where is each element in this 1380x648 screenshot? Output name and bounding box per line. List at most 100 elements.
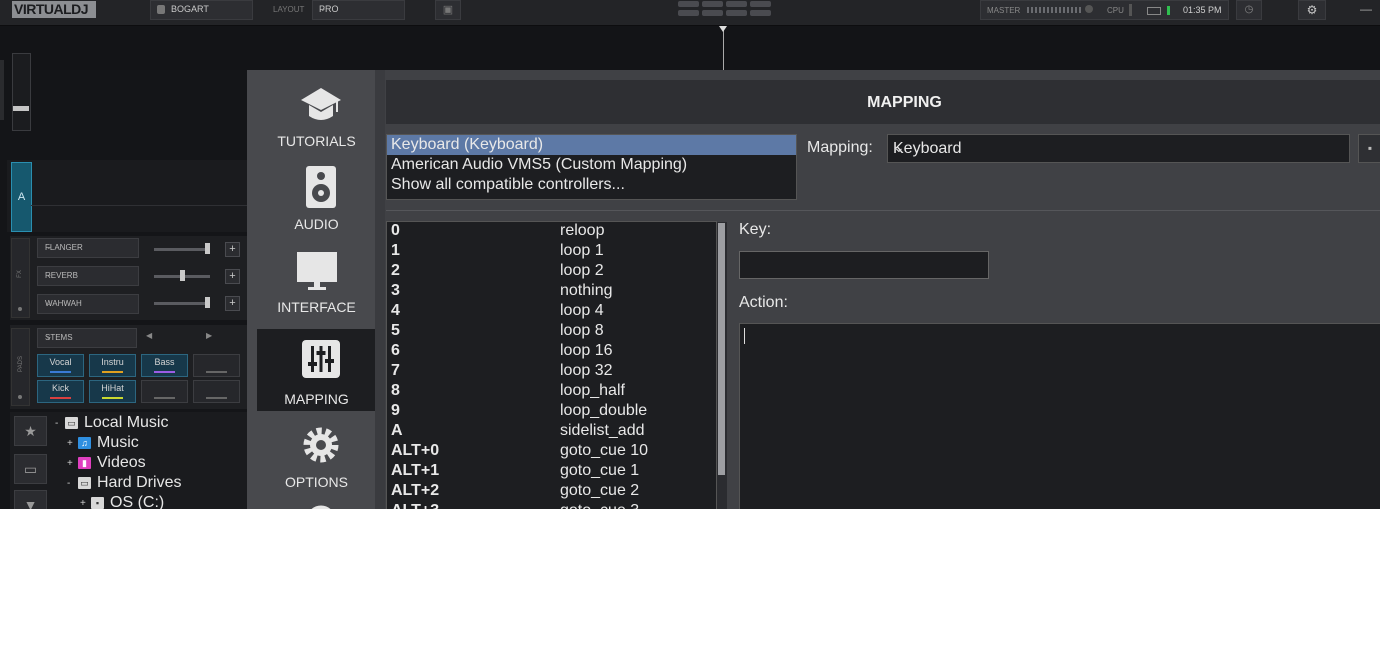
tree-item-label[interactable]: OS (C:) xyxy=(110,494,164,509)
add-folder-icon[interactable]: ▭ xyxy=(14,454,47,484)
fx-select-wahwah[interactable]: WAHWAH ⌄ xyxy=(37,294,139,314)
mapping-scrollbar-thumb[interactable] xyxy=(718,223,725,475)
mapping-select[interactable]: Keyboard ⌄ xyxy=(887,134,1350,163)
mapping-row[interactable]: 5 loop 8 xyxy=(387,322,716,342)
fx-slider-reverb-thumb[interactable] xyxy=(180,270,185,281)
collapse-icon[interactable]: - xyxy=(67,478,70,489)
pad-kick[interactable]: Kick xyxy=(37,380,84,403)
mapping-key: A xyxy=(391,422,403,439)
cube-icon[interactable]: ▣ xyxy=(435,0,461,20)
action-textarea[interactable] xyxy=(739,323,1380,509)
pad-empty[interactable] xyxy=(193,380,240,403)
save-icon[interactable]: ▪ xyxy=(1358,134,1380,163)
tree-item-label[interactable]: Hard Drives xyxy=(97,474,181,492)
tree-item-label[interactable]: Local Music xyxy=(84,414,168,432)
master-knob[interactable] xyxy=(1085,5,1093,13)
mapping-action: sidelist_add xyxy=(560,422,645,439)
graduation-cap-icon xyxy=(301,88,341,120)
mapping-row[interactable]: ALT+3 goto_cue 3 xyxy=(387,502,716,509)
mapping-row[interactable]: 3 nothing xyxy=(387,282,716,302)
nav-audio[interactable]: AUDIO xyxy=(257,153,376,235)
deck-a-button[interactable]: A xyxy=(11,162,32,232)
mapping-action: loop 4 xyxy=(560,302,604,319)
fx-slider-flanger-thumb[interactable] xyxy=(205,243,210,254)
device-item[interactable]: Keyboard (Keyboard) xyxy=(387,135,796,155)
expand-icon[interactable]: + xyxy=(80,498,86,509)
pitch-slider-thumb[interactable] xyxy=(13,106,29,111)
pad-instru[interactable]: Instru xyxy=(89,354,136,377)
chevron-down-icon: ⌄ xyxy=(45,241,53,251)
tree-item-label[interactable]: Videos xyxy=(97,454,146,472)
mapping-key: 6 xyxy=(391,342,400,359)
mapping-action: reloop xyxy=(560,222,605,239)
layout-select[interactable]: PRO ⌄ xyxy=(312,0,405,20)
mapping-action: loop 32 xyxy=(560,362,613,379)
gear-icon xyxy=(303,427,339,463)
monitor-icon xyxy=(297,252,337,290)
mapping-key: 3 xyxy=(391,282,400,299)
clock: 01:35 PM xyxy=(1183,5,1222,15)
chevron-down-icon: ⌄ xyxy=(893,139,905,155)
favorites-icon[interactable]: ★ xyxy=(14,416,47,446)
settings-window: TUTORIALS AUDIO INTERFACE MAPPING OPTION… xyxy=(247,70,1380,509)
master-meter xyxy=(1027,7,1081,13)
deck-layout-icon[interactable] xyxy=(678,1,774,18)
pad-empty[interactable] xyxy=(141,380,188,403)
user-button[interactable]: BOGART xyxy=(150,0,253,20)
fx-select-reverb[interactable]: REVERB ⌄ xyxy=(37,266,139,286)
pad-empty[interactable] xyxy=(193,354,240,377)
computer-icon: ▭ xyxy=(65,417,78,429)
nav-tutorials[interactable]: TUTORIALS xyxy=(257,70,376,152)
mapping-action: goto_cue 3 xyxy=(560,502,639,509)
waveform-strip xyxy=(0,26,1380,70)
fx-slider-wahwah-thumb[interactable] xyxy=(205,297,210,308)
next-page-icon[interactable]: ▶ xyxy=(206,331,212,340)
nav-next[interactable] xyxy=(257,494,376,509)
mapping-row[interactable]: 2 loop 2 xyxy=(387,262,716,282)
expand-icon[interactable]: + xyxy=(67,458,73,469)
pads-side-tab[interactable]: PADS xyxy=(11,328,30,406)
pitch-slider[interactable] xyxy=(12,53,31,131)
fx-side-tab[interactable]: FX xyxy=(11,238,30,318)
pad-hihat[interactable]: HiHat xyxy=(89,380,136,403)
mapping-row[interactable]: 9 loop_double xyxy=(387,402,716,422)
mapping-row[interactable]: 0 reloop xyxy=(387,222,716,242)
nav-mapping[interactable]: MAPPING xyxy=(257,329,376,411)
calendar-icon[interactable]: ◷ xyxy=(1236,0,1262,20)
fx-slider-wahwah[interactable] xyxy=(154,302,210,305)
mapping-row[interactable]: 6 loop 16 xyxy=(387,342,716,362)
nav-options[interactable]: OPTIONS xyxy=(257,411,376,493)
nav-label: INTERFACE xyxy=(277,299,356,315)
pad-vocal[interactable]: Vocal xyxy=(37,354,84,377)
key-input[interactable] xyxy=(739,251,989,279)
deck-panel xyxy=(7,160,247,232)
mapping-row[interactable]: ALT+0 goto_cue 10 xyxy=(387,442,716,462)
mapping-row[interactable]: 7 loop 32 xyxy=(387,362,716,382)
mapping-row[interactable]: 4 loop 4 xyxy=(387,302,716,322)
mapping-row[interactable]: 1 loop 1 xyxy=(387,242,716,262)
mapping-row[interactable]: ALT+2 goto_cue 2 xyxy=(387,482,716,502)
fx-slider-flanger[interactable] xyxy=(154,248,210,251)
mapping-row[interactable]: 8 loop_half xyxy=(387,382,716,402)
mapping-row[interactable]: Asidelist_add xyxy=(387,422,716,442)
mapping-row[interactable]: ALT+1 goto_cue 1 xyxy=(387,462,716,482)
filter-icon[interactable]: ▼ xyxy=(14,490,47,509)
drive-icon: ▪ xyxy=(91,497,104,509)
device-item[interactable]: American Audio VMS5 (Custom Mapping) xyxy=(387,155,796,175)
fx-add-button[interactable]: + xyxy=(225,296,240,311)
collapse-icon[interactable]: - xyxy=(55,418,58,429)
fx-select-flanger[interactable]: FLANGER ⌄ xyxy=(37,238,139,258)
device-item[interactable]: Show all compatible controllers... xyxy=(387,175,796,195)
minimize-icon[interactable]: — xyxy=(1360,2,1372,16)
pads-mode-select[interactable]: STEMS ⌄ xyxy=(37,328,137,348)
expand-icon[interactable]: + xyxy=(67,438,73,449)
tree-item-label[interactable]: Music xyxy=(97,434,139,452)
fx-add-button[interactable]: + xyxy=(225,242,240,257)
pad-bass[interactable]: Bass xyxy=(141,354,188,377)
settings-gear-icon[interactable]: ⚙ xyxy=(1298,0,1326,20)
prev-page-icon[interactable]: ◀ xyxy=(146,331,152,340)
cpu-meter xyxy=(1129,4,1132,16)
nav-interface[interactable]: INTERFACE xyxy=(257,236,376,318)
pad-label: Vocal xyxy=(49,357,72,367)
fx-add-button[interactable]: + xyxy=(225,269,240,284)
